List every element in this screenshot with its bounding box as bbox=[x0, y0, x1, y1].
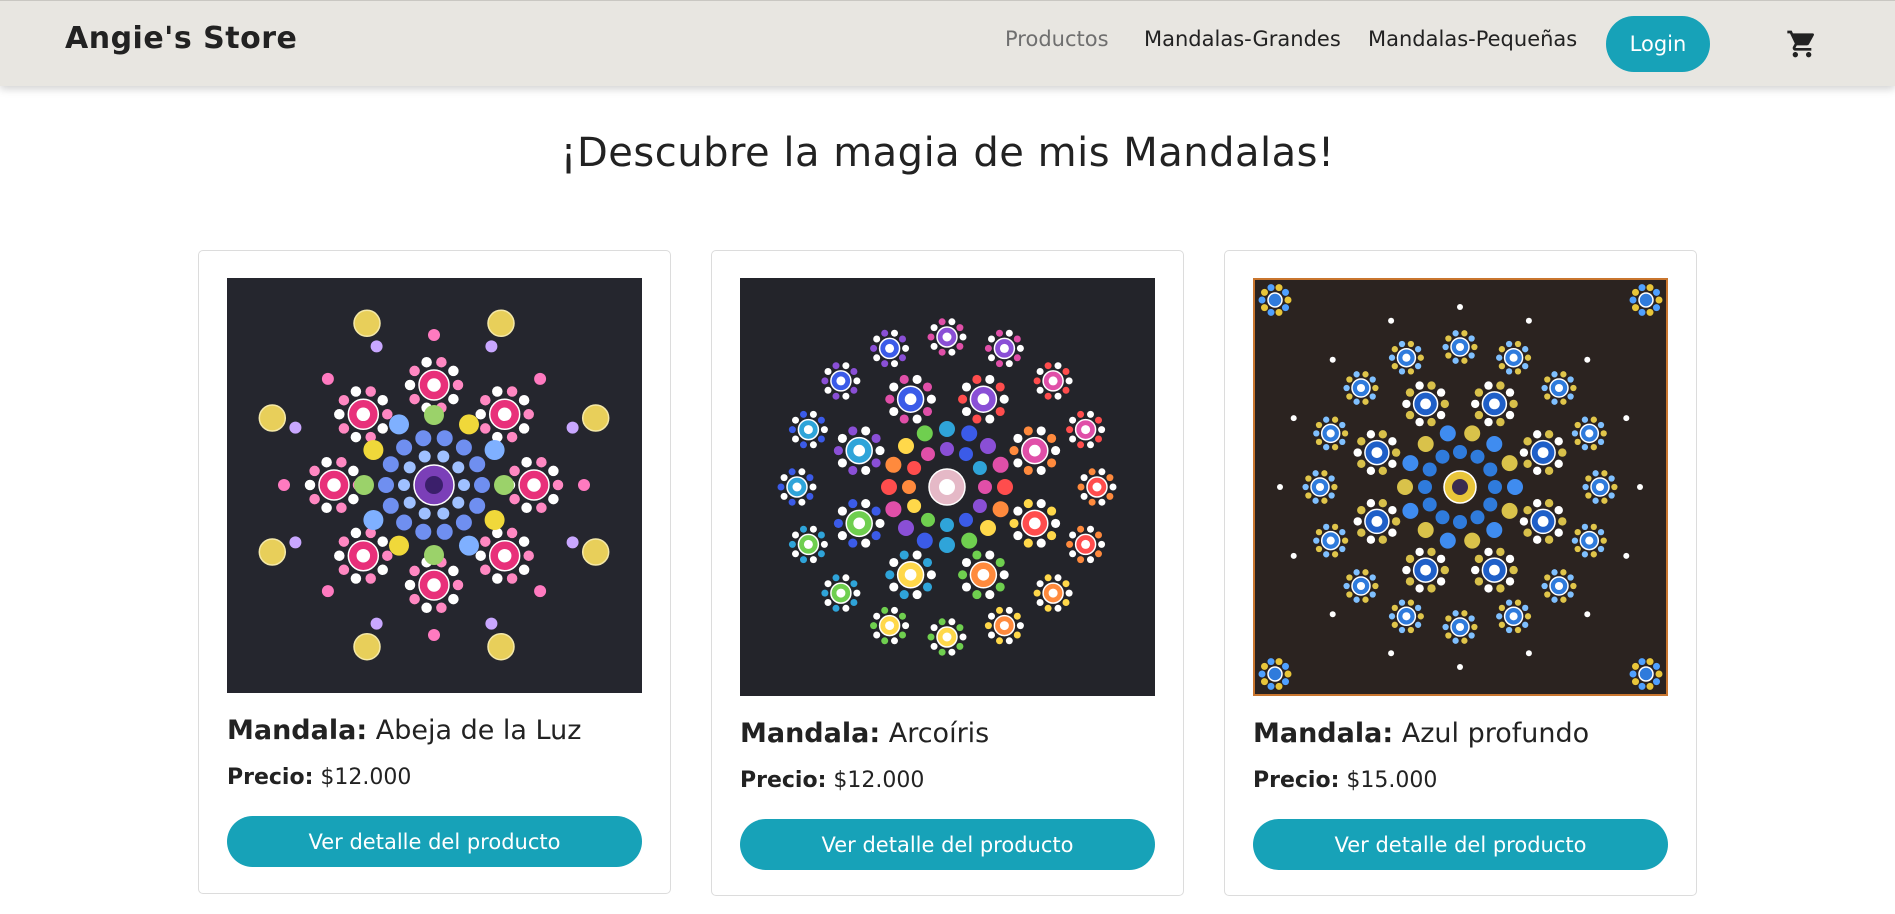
product-price-value: $12.000 bbox=[320, 765, 412, 790]
product-price: Precio: $12.000 bbox=[740, 768, 924, 793]
view-product-detail-button[interactable]: Ver detalle del producto bbox=[740, 819, 1155, 870]
nav-link-mandalas-grandes[interactable]: Mandalas-Grandes bbox=[1144, 27, 1341, 51]
product-name: Azul profundo bbox=[1401, 718, 1590, 749]
product-name: Arcoíris bbox=[888, 718, 990, 749]
product-title: Mandala: Arcoíris bbox=[740, 718, 989, 749]
product-title-label: Mandala: bbox=[1253, 718, 1394, 749]
product-price-value: $15.000 bbox=[1346, 768, 1438, 793]
nav-link-mandalas-pequenas[interactable]: Mandalas-Pequeñas bbox=[1368, 27, 1577, 51]
view-product-detail-button[interactable]: Ver detalle del producto bbox=[1253, 819, 1668, 870]
product-title-label: Mandala: bbox=[227, 715, 368, 746]
product-card: Mandala: Azul profundo Precio: $15.000 V… bbox=[1224, 250, 1697, 896]
product-title: Mandala: Azul profundo bbox=[1253, 718, 1589, 749]
cart-icon[interactable] bbox=[1786, 28, 1818, 60]
nav-link-productos[interactable]: Productos bbox=[1005, 27, 1109, 51]
product-name: Abeja de la Luz bbox=[375, 715, 582, 746]
product-price: Precio: $15.000 bbox=[1253, 768, 1437, 793]
product-price: Precio: $12.000 bbox=[227, 765, 411, 790]
product-price-label: Precio: bbox=[1253, 768, 1340, 793]
product-title: Mandala: Abeja de la Luz bbox=[227, 715, 581, 746]
product-image-azul-profundo[interactable] bbox=[1253, 278, 1668, 696]
view-product-detail-button[interactable]: Ver detalle del producto bbox=[227, 816, 642, 867]
product-card: Mandala: Abeja de la Luz Precio: $12.000… bbox=[198, 250, 671, 894]
navbar: Angie's Store Productos Mandalas-Grandes… bbox=[0, 0, 1895, 86]
login-button[interactable]: Login bbox=[1606, 16, 1710, 72]
product-card: Mandala: Arcoíris Precio: $12.000 Ver de… bbox=[711, 250, 1184, 896]
product-image-abeja-de-la-luz[interactable] bbox=[227, 278, 642, 693]
page-title: ¡Descubre la magia de mis Mandalas! bbox=[560, 130, 1335, 176]
brand-logo[interactable]: Angie's Store bbox=[65, 21, 297, 56]
product-price-label: Precio: bbox=[740, 768, 827, 793]
product-price-label: Precio: bbox=[227, 765, 314, 790]
product-image-arcoiris[interactable] bbox=[740, 278, 1155, 696]
product-title-label: Mandala: bbox=[740, 718, 881, 749]
product-price-value: $12.000 bbox=[833, 768, 925, 793]
